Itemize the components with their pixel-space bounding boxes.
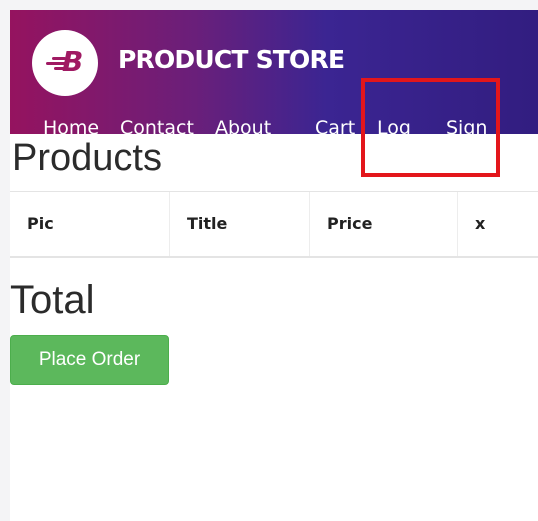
brand-logo[interactable]: B (32, 30, 98, 96)
total-label: Total (10, 278, 95, 322)
column-header-title: Title (170, 192, 310, 256)
nav-link-home[interactable]: Home (43, 116, 99, 134)
nav-link-contact[interactable]: Contact (120, 116, 194, 134)
highlight-annotation-box (361, 78, 500, 177)
browser-viewport: B PRODUCT STORE Home Contact About Cart … (10, 10, 538, 521)
nav-link-cart[interactable]: Cart (315, 116, 355, 134)
column-header-price: Price (310, 192, 458, 256)
nav-link-about[interactable]: About (215, 116, 271, 134)
page-title: Products (12, 137, 162, 179)
place-order-button[interactable]: Place Order (10, 335, 169, 385)
logo-letter: B (62, 45, 84, 78)
column-header-pic: Pic (10, 192, 170, 256)
cart-table-header: Pic Title Price x (10, 191, 538, 258)
column-header-delete: x (475, 214, 486, 233)
brand-name[interactable]: PRODUCT STORE (118, 43, 345, 77)
